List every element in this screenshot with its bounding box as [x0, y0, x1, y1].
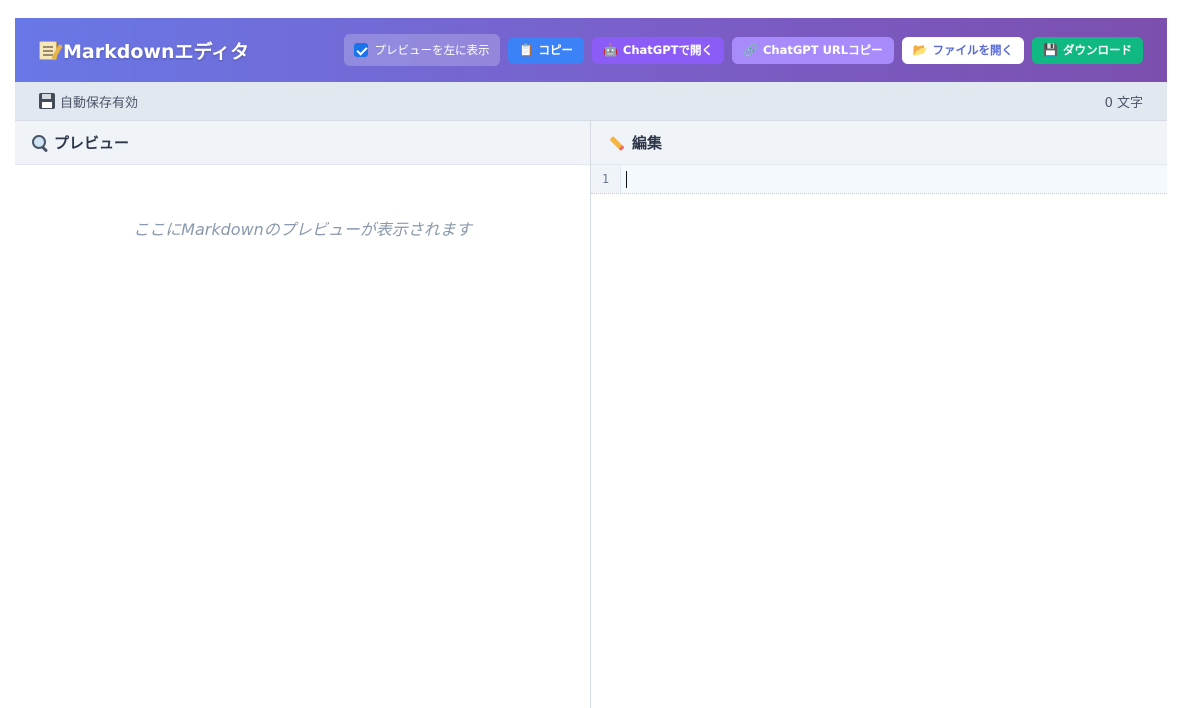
floppy-disk-icon [39, 93, 55, 109]
edit-pane[interactable]: 編集 1 [591, 121, 1167, 708]
preview-header: プレビュー [15, 121, 590, 165]
markdown-editor-app: Markdownエディタ プレビューを左に表示 📋 コピー 🤖 ChatGPTで… [15, 18, 1167, 708]
copy-button-label: コピー [538, 43, 573, 57]
app-title: Markdownエディタ [39, 37, 249, 64]
preview-left-label: プレビューを左に表示 [374, 43, 490, 57]
open-file-label: ファイルを開く [932, 43, 1014, 57]
line-number: 1 [591, 165, 621, 193]
char-count: 0 文字 [1104, 95, 1143, 111]
download-label: ダウンロード [1063, 43, 1132, 57]
app-header: Markdownエディタ プレビューを左に表示 📋 コピー 🤖 ChatGPTで… [15, 18, 1167, 82]
app-title-text: Markdownエディタ [63, 40, 250, 63]
text-cursor [626, 171, 627, 188]
pencil-icon [607, 134, 627, 152]
clipboard-icon: 📋 [518, 43, 534, 57]
open-file-button[interactable]: 📂 ファイルを開く [901, 36, 1025, 64]
preview-left-checkbox[interactable] [353, 43, 368, 57]
memo-icon [39, 40, 57, 60]
preview-pane: プレビュー ここにMarkdownのプレビューが表示されます [15, 121, 591, 708]
floppy-disk-icon: 💾 [1043, 43, 1058, 57]
open-chatgpt-label: ChatGPTで開く [622, 43, 714, 57]
open-chatgpt-button[interactable]: 🤖 ChatGPTで開く [591, 36, 725, 64]
robot-icon: 🤖 [602, 43, 618, 57]
chatgpt-url-copy-button[interactable]: 🔗 ChatGPT URLコピー [732, 36, 894, 64]
status-bar: 自動保存有効 0 文字 [15, 82, 1167, 121]
editor-panes: プレビュー ここにMarkdownのプレビューが表示されます 編集 1 [15, 121, 1167, 708]
editor-text-area[interactable] [621, 165, 1167, 193]
edit-heading: 編集 [632, 134, 663, 152]
preview-heading: プレビュー [54, 134, 130, 152]
copy-button[interactable]: 📋 コピー [507, 36, 584, 64]
autosave-text: 自動保存有効 [60, 95, 139, 111]
autosave-status: 自動保存有効 [39, 92, 138, 111]
preview-left-toggle[interactable]: プレビューを左に表示 [343, 34, 500, 66]
editor-line[interactable]: 1 [591, 165, 1167, 194]
edit-header: 編集 [591, 121, 1167, 165]
folder-icon: 📂 [912, 43, 928, 57]
preview-placeholder: ここにMarkdownのプレビューが表示されます [133, 220, 472, 239]
chatgpt-url-copy-label: ChatGPT URLコピー [762, 43, 883, 57]
link-icon: 🔗 [743, 43, 758, 57]
download-button[interactable]: 💾 ダウンロード [1032, 36, 1143, 64]
toolbar: プレビューを左に表示 📋 コピー 🤖 ChatGPTで開く 🔗 ChatGPT … [343, 34, 1143, 66]
magnifier-icon [31, 134, 49, 152]
